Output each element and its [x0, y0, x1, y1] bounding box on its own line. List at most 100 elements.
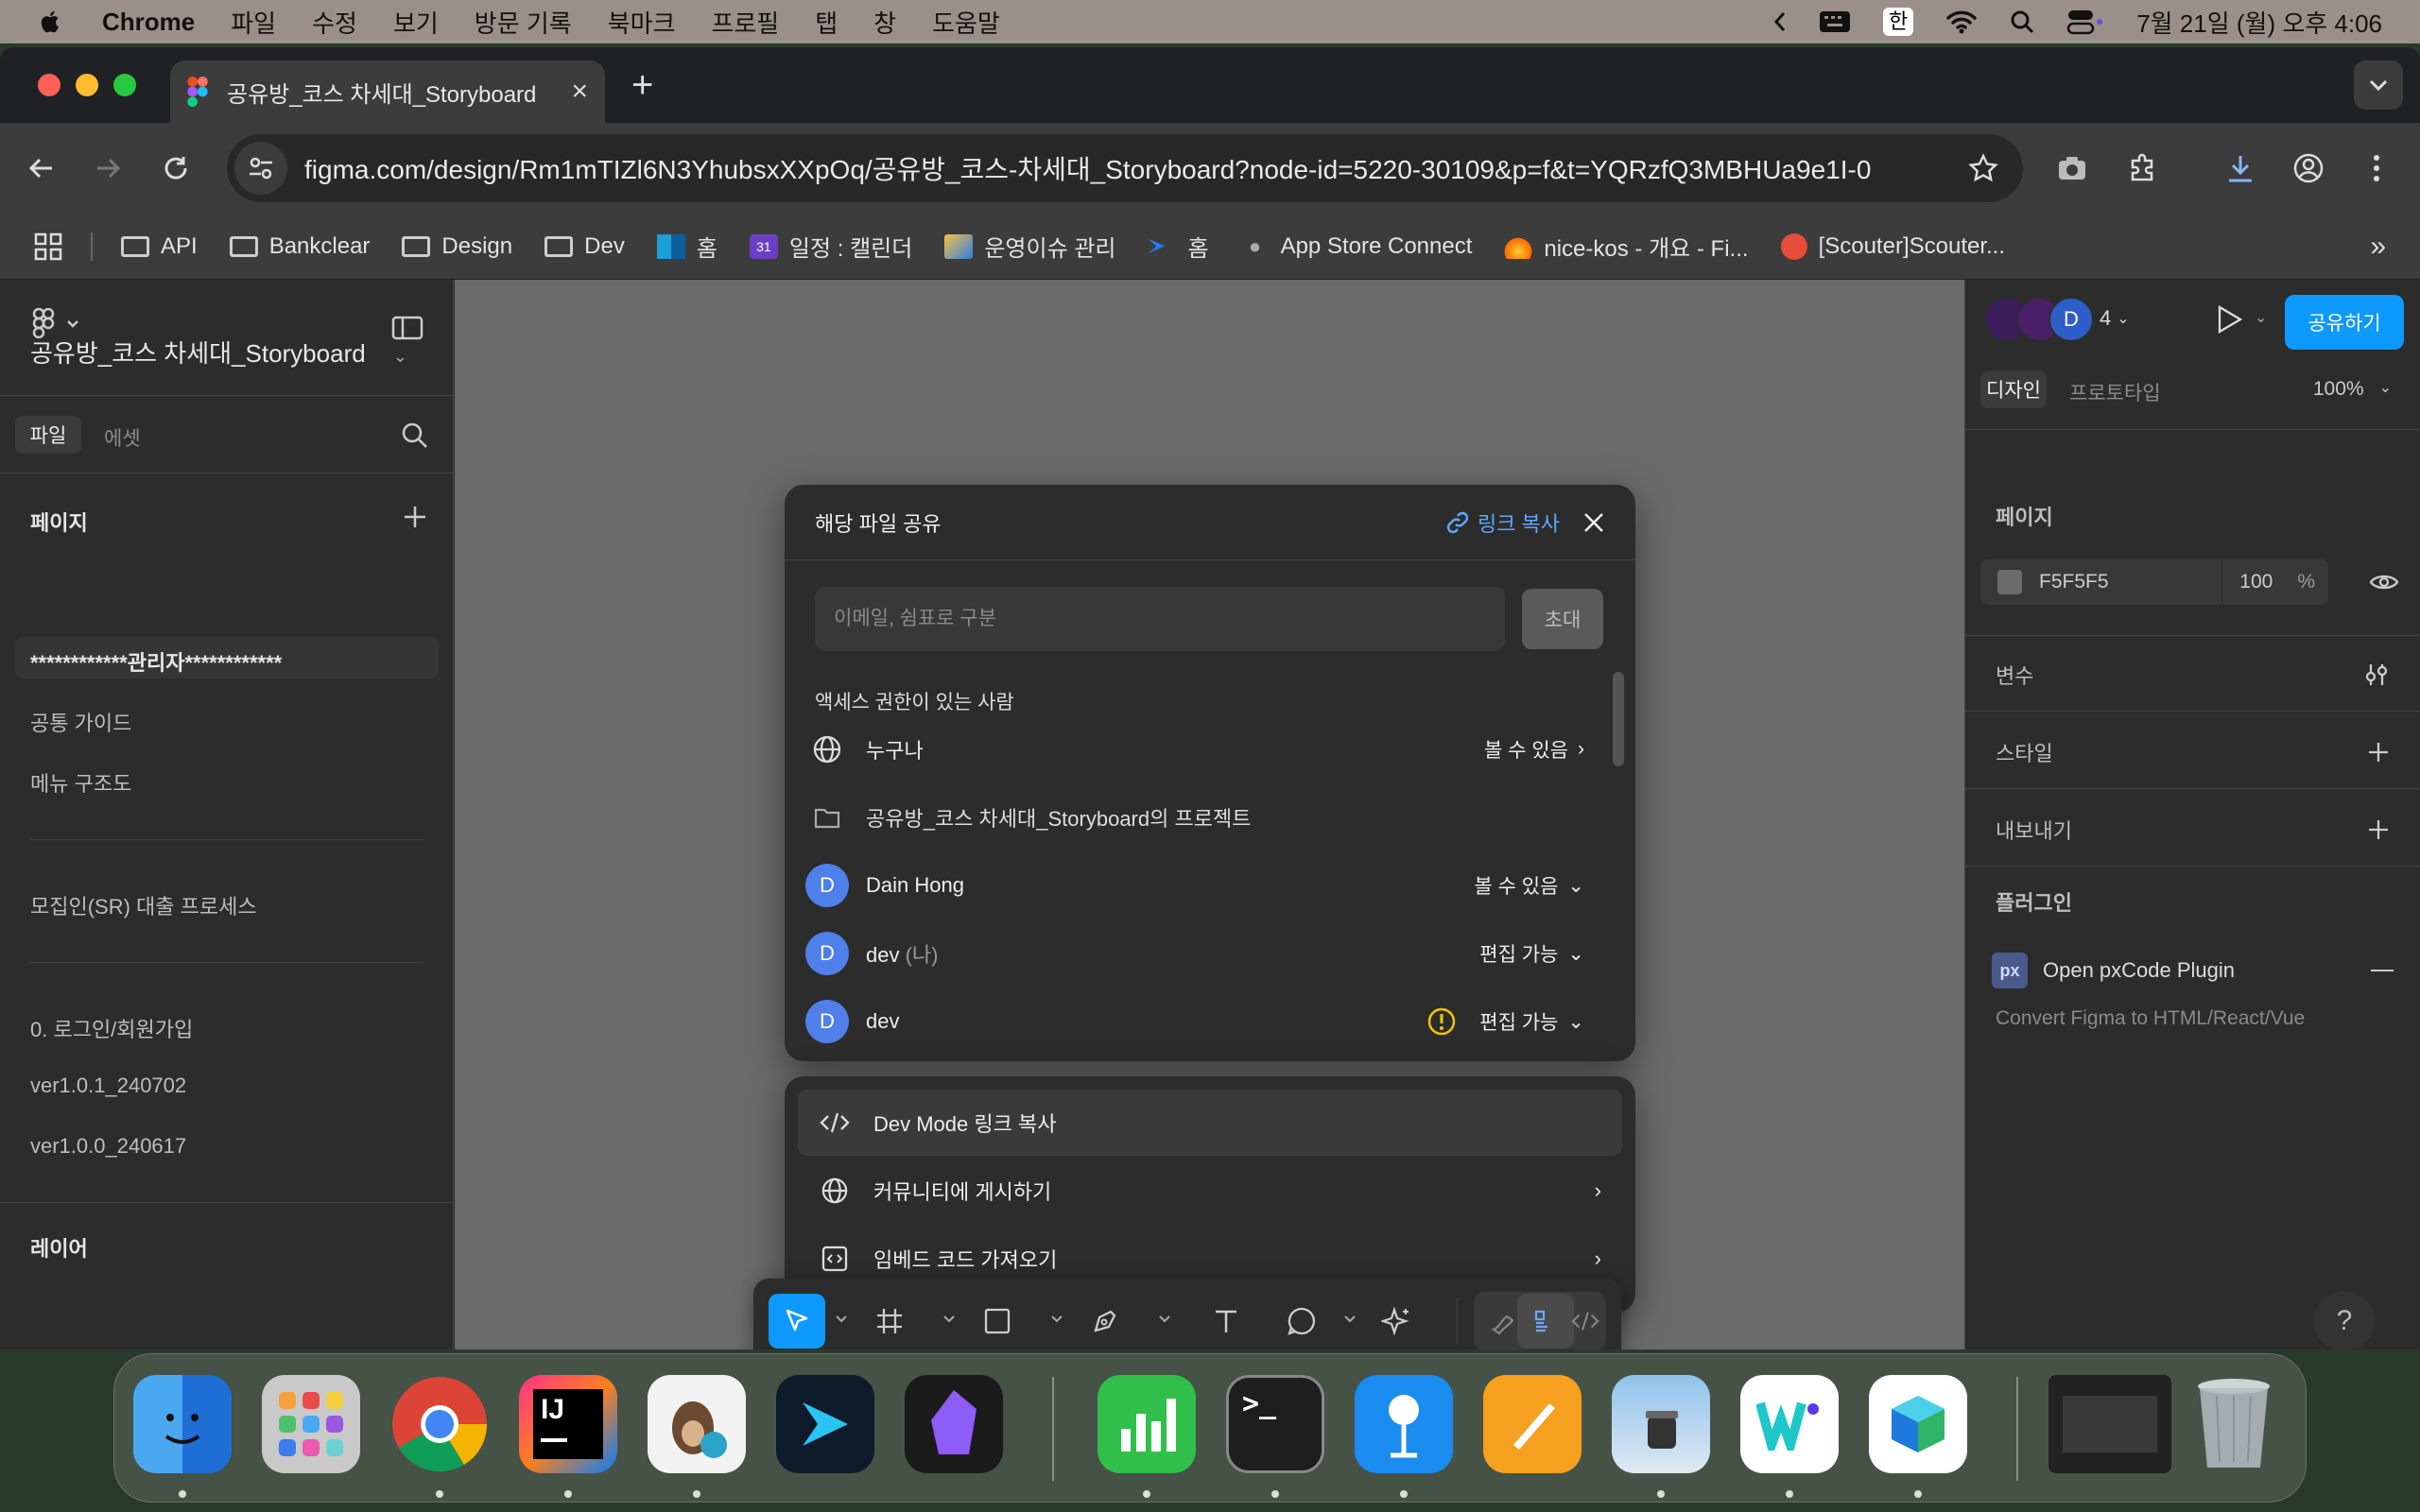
pages-icon[interactable]: [1483, 1375, 1582, 1473]
page-item[interactable]: 0. 로그인/회원가입: [30, 1013, 193, 1043]
menu-file[interactable]: 파일: [231, 5, 276, 40]
menu-help[interactable]: 도움말: [932, 5, 1000, 40]
comment-tool[interactable]: [1273, 1294, 1330, 1349]
chevron-down-icon[interactable]: [1158, 1313, 1171, 1326]
wifi-icon[interactable]: [1945, 9, 1978, 34]
menu-view[interactable]: 보기: [393, 5, 439, 40]
copy-link-button[interactable]: 링크 복사: [1445, 507, 1560, 538]
access-row-project[interactable]: 공유방_코스 차세대_Storyboard의 프로젝트: [805, 789, 1584, 846]
page-item[interactable]: ************관리자************: [30, 646, 282, 677]
shape-tool[interactable]: [969, 1294, 1026, 1349]
menu-profile[interactable]: 프로필: [711, 5, 779, 40]
dbeaver-icon[interactable]: [648, 1375, 746, 1473]
window-maximize-button[interactable]: [113, 74, 136, 96]
dev-mode-link-item[interactable]: Dev Mode 링크 복사: [798, 1090, 1622, 1156]
eye-icon[interactable]: [2369, 571, 2399, 593]
input-method-indicator[interactable]: 한: [1882, 8, 1914, 36]
chrome-icon[interactable]: [390, 1375, 489, 1473]
tab-file[interactable]: 파일: [15, 416, 81, 454]
permission-dropdown[interactable]: 볼 수 있음 ›: [1484, 735, 1584, 764]
permission-dropdown[interactable]: 편집 가능 ⌄: [1479, 1007, 1584, 1036]
access-row-user-me[interactable]: D dev (나) 편집 가능 ⌄: [805, 925, 1584, 982]
site-info-icon[interactable]: [234, 142, 287, 195]
apple-icon[interactable]: [38, 9, 64, 35]
back-icon[interactable]: [21, 147, 62, 189]
keynote-icon[interactable]: [1355, 1375, 1453, 1473]
frame-tool[interactable]: [861, 1294, 918, 1349]
variables-row[interactable]: 변수: [1996, 660, 2390, 690]
bookmark-home-1[interactable]: 홈: [656, 230, 717, 263]
publish-community-item[interactable]: 커뮤니티에 게시하기 ›: [798, 1158, 1622, 1224]
window-minimize-button[interactable]: [76, 74, 98, 96]
chrome-menu-icon[interactable]: [2356, 147, 2397, 189]
tab-assets[interactable]: 에셋: [104, 423, 141, 452]
search-icon[interactable]: [401, 421, 429, 450]
chevron-down-icon[interactable]: [835, 1313, 848, 1326]
page-item[interactable]: 메뉴 구조도: [30, 767, 131, 798]
zoom-dropdown[interactable]: 100% ⌄: [2313, 378, 2392, 401]
download-icon[interactable]: [2220, 147, 2261, 189]
collapse-plugin-icon[interactable]: [2371, 970, 2394, 971]
add-icon[interactable]: [2367, 818, 2390, 841]
text-tool[interactable]: [1198, 1294, 1254, 1349]
warning-icon[interactable]: [1426, 1006, 1457, 1037]
keyboard-icon[interactable]: [1819, 9, 1851, 34]
play-icon[interactable]: [2215, 304, 2243, 335]
camera-icon[interactable]: [2051, 147, 2093, 189]
add-page-icon[interactable]: [403, 505, 427, 529]
page-color-value[interactable]: F5F5F5: [2039, 571, 2221, 593]
chevron-down-icon[interactable]: [942, 1313, 956, 1326]
control-center-icon[interactable]: [2066, 9, 2104, 35]
terminal-icon[interactable]: >_: [1226, 1375, 1324, 1473]
minimized-window-thumbnail[interactable]: [2048, 1375, 2171, 1473]
chevron-down-icon[interactable]: [1050, 1313, 1063, 1326]
page-opacity-value[interactable]: 100: [2239, 571, 2273, 593]
dev-mode-toggle[interactable]: [1557, 1294, 1614, 1349]
window-close-button[interactable]: [38, 74, 60, 96]
add-icon[interactable]: [2367, 741, 2390, 764]
menu-history[interactable]: 방문 기록: [475, 5, 572, 40]
access-row-anyone[interactable]: 누구나 볼 수 있음 ›: [805, 721, 1584, 778]
bookmark-ops-issue[interactable]: 운영이슈 관리: [944, 230, 1115, 263]
permission-dropdown[interactable]: 볼 수 있음 ⌄: [1474, 871, 1584, 900]
extensions-icon[interactable]: [2121, 147, 2163, 189]
trash-icon[interactable]: [2185, 1375, 2283, 1473]
tab-prototype[interactable]: 프로토타입: [2069, 378, 2161, 406]
bookmark-calendar[interactable]: 31 일정 : 캘린더: [749, 230, 912, 263]
menu-edit[interactable]: 수정: [312, 5, 357, 40]
menubar-datetime[interactable]: 7월 21일 (월) 오후 4:06: [2136, 5, 2382, 40]
color-swatch[interactable]: [1997, 570, 2022, 594]
address-bar[interactable]: figma.com/design/Rm1mTIZl6N3YhubsxXXpOq/…: [227, 134, 2023, 202]
page-item[interactable]: 공통 가이드: [30, 707, 131, 737]
invite-email-input[interactable]: [815, 587, 1505, 651]
avatar[interactable]: D: [2048, 297, 2094, 342]
chevron-down-icon[interactable]: ⌄: [2255, 308, 2267, 327]
forward-icon[interactable]: [87, 147, 129, 189]
plugin-name[interactable]: Open pxCode Plugin: [2043, 958, 2235, 983]
tab-close-icon[interactable]: ×: [571, 76, 588, 108]
url-text[interactable]: figma.com/design/Rm1mTIZl6N3YhubsxXXpOq/…: [304, 149, 1968, 187]
access-row-user[interactable]: D Dain Hong 볼 수 있음 ⌄: [805, 857, 1584, 914]
actions-tool[interactable]: [1368, 1294, 1425, 1349]
variables-icon[interactable]: [2363, 662, 2390, 687]
bookmark-bankclear[interactable]: Bankclear: [229, 233, 370, 260]
finder-icon[interactable]: [133, 1375, 232, 1473]
launchpad-icon[interactable]: [262, 1375, 360, 1473]
bookmark-design[interactable]: Design: [402, 233, 512, 260]
page-item[interactable]: ver1.0.0_240617: [30, 1134, 186, 1159]
apps-grid-icon[interactable]: [34, 232, 62, 261]
reload-icon[interactable]: [155, 147, 197, 189]
access-row-user[interactable]: D dev 편집 가능 ⌄: [805, 993, 1584, 1050]
pen-tool[interactable]: [1077, 1294, 1133, 1349]
styles-row[interactable]: 스타일: [1996, 737, 2390, 767]
help-button[interactable]: ?: [2314, 1291, 2375, 1349]
export-row[interactable]: 내보내기: [1996, 815, 2390, 845]
close-icon[interactable]: [1582, 511, 1605, 534]
naver-whale-icon[interactable]: [1740, 1375, 1839, 1473]
file-name[interactable]: 공유방_코스 차세대_Storyboard ⌄: [30, 335, 407, 369]
scrollbar[interactable]: [1613, 672, 1624, 766]
bookmark-api[interactable]: API: [121, 233, 198, 260]
obsidian-icon[interactable]: [905, 1375, 1003, 1473]
page-color-field[interactable]: F5F5F5 100 %: [1980, 559, 2328, 605]
chevron-left-icon[interactable]: [1773, 10, 1787, 33]
